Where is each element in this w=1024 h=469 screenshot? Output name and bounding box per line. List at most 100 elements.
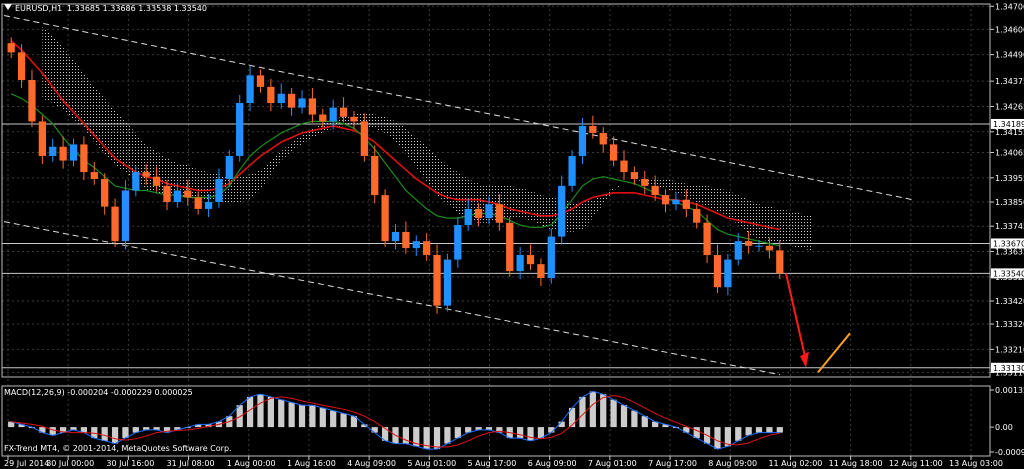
candle-body [599, 132, 607, 145]
chart-window[interactable]: 1.34700 1.34600 1.34490 1.34375 1.34265 1.341… [0, 0, 1024, 469]
candle-body [651, 185, 659, 196]
candle-body [474, 208, 483, 219]
price-tick-label: 1.34490 [995, 51, 1024, 60]
macd-histogram-bar [236, 405, 243, 428]
candle-body [734, 241, 742, 260]
price-tick-label: 1.33635 [995, 248, 1024, 257]
price-tick-label: 1.34600 [995, 25, 1024, 34]
macd-histogram-bar [257, 394, 264, 428]
candle-body [173, 190, 182, 203]
macd-histogram-bar [714, 427, 721, 450]
price-chart[interactable]: 1.34700 1.34600 1.34490 1.34375 1.34265 1.341… [0, 0, 1024, 469]
candle-body [609, 144, 618, 161]
macd-histogram-bar [278, 399, 285, 428]
macd-histogram-bar [319, 407, 326, 428]
time-tick-label: 31 Jul 08:00 [167, 459, 215, 468]
candle-body [194, 197, 202, 209]
candle-body [101, 178, 109, 207]
macd-histogram-bar [298, 405, 306, 428]
candle-body [641, 178, 649, 186]
time-tick-label: 7 Aug 01:00 [588, 459, 637, 468]
candle-body [7, 43, 15, 53]
candle-body [526, 254, 535, 265]
candle-body [90, 172, 98, 179]
time-tick-label: 6 Aug 09:00 [528, 459, 577, 468]
candle-body [246, 75, 254, 104]
price-tick-label: 1.34155 [995, 128, 1024, 137]
macd-histogram-bar [371, 427, 378, 433]
candle-body [443, 259, 452, 306]
candle-body [184, 190, 192, 198]
candle-body [350, 116, 358, 122]
candle-body [755, 245, 763, 247]
candle-body [558, 185, 566, 237]
price-marker-label: 1.33130 [993, 364, 1024, 373]
candle-body [537, 264, 545, 278]
time-tick-label: 30 Jul 00:00 [46, 459, 94, 468]
candle-body [142, 172, 150, 177]
candle-body [693, 208, 701, 223]
candle-body [724, 259, 732, 288]
candle-body [672, 199, 680, 205]
candle-body [49, 146, 57, 156]
candle-body [568, 155, 576, 186]
price-tick-label: 1.33850 [995, 198, 1024, 207]
candle-body [121, 190, 130, 242]
price-tick-label: 1.33320 [995, 320, 1024, 329]
candle-body [132, 172, 140, 191]
candle-body [371, 155, 379, 196]
candle-body [298, 98, 306, 108]
candle-body [69, 144, 78, 161]
macd-histogram-bar [101, 427, 108, 441]
candle-body [28, 79, 36, 122]
candle-body [423, 241, 431, 255]
time-tick-label: 13 Aug 03:00 [949, 459, 1003, 468]
candle-body [277, 93, 285, 104]
candle-body [464, 208, 472, 226]
macd-histogram-bar [631, 410, 638, 428]
candle-body [589, 126, 597, 133]
candle-body [329, 107, 337, 122]
candle-body [776, 250, 784, 274]
candle-body [713, 254, 722, 288]
candle-body [402, 231, 410, 249]
time-tick-label: 29 Jul 2014 [4, 459, 49, 468]
macd-histogram-bar [444, 427, 451, 444]
candle-body [495, 204, 504, 223]
time-tick-label: 30 Jul 16:00 [106, 459, 154, 468]
candle-body [412, 241, 420, 249]
time-tick-label: 5 Aug 17:00 [468, 459, 517, 468]
candle-body [391, 231, 400, 242]
copyright-watermark: FX-Trend MT4, © 2001-2014, MetaQuotes So… [4, 444, 232, 453]
candle-body [339, 107, 348, 117]
price-tick-label: 1.34265 [995, 102, 1024, 111]
candle-body [547, 236, 555, 278]
macd-histogram-bar [755, 427, 763, 433]
time-tick-label: 1 Aug 16:00 [287, 459, 336, 468]
candle-body [287, 93, 296, 108]
candle-body [204, 202, 213, 209]
candle-body [620, 160, 628, 173]
ohlc-values: 1.33685 1.33686 1.33538 1.33540 [67, 4, 207, 13]
time-tick-label: 5 Aug 01:00 [407, 459, 456, 468]
macd-histogram-bar [589, 391, 596, 428]
macd-histogram-bar [49, 427, 56, 436]
candle-body [236, 103, 244, 156]
candle-body [163, 185, 171, 203]
macd-tick-label: 0.00 [995, 423, 1013, 432]
candle-body [267, 86, 275, 104]
candle-body [682, 199, 690, 209]
candle-body [360, 121, 368, 156]
candle-body [381, 195, 389, 242]
candle-body [80, 144, 88, 173]
macd-histogram-bar [517, 427, 524, 439]
macd-tick-label: 0.001352 [995, 386, 1024, 395]
price-tick-label: 1.33420 [995, 297, 1024, 306]
time-tick-label: 7 Aug 17:00 [648, 459, 697, 468]
candle-body [256, 75, 265, 87]
candle-body [59, 146, 67, 161]
macd-label: MACD(12,26,9) -0.000204 -0.000229 0.0000… [4, 388, 193, 397]
price-tick-label: 1.34065 [995, 149, 1024, 158]
candle-body [703, 222, 711, 255]
macd-histogram-bar [309, 405, 316, 428]
